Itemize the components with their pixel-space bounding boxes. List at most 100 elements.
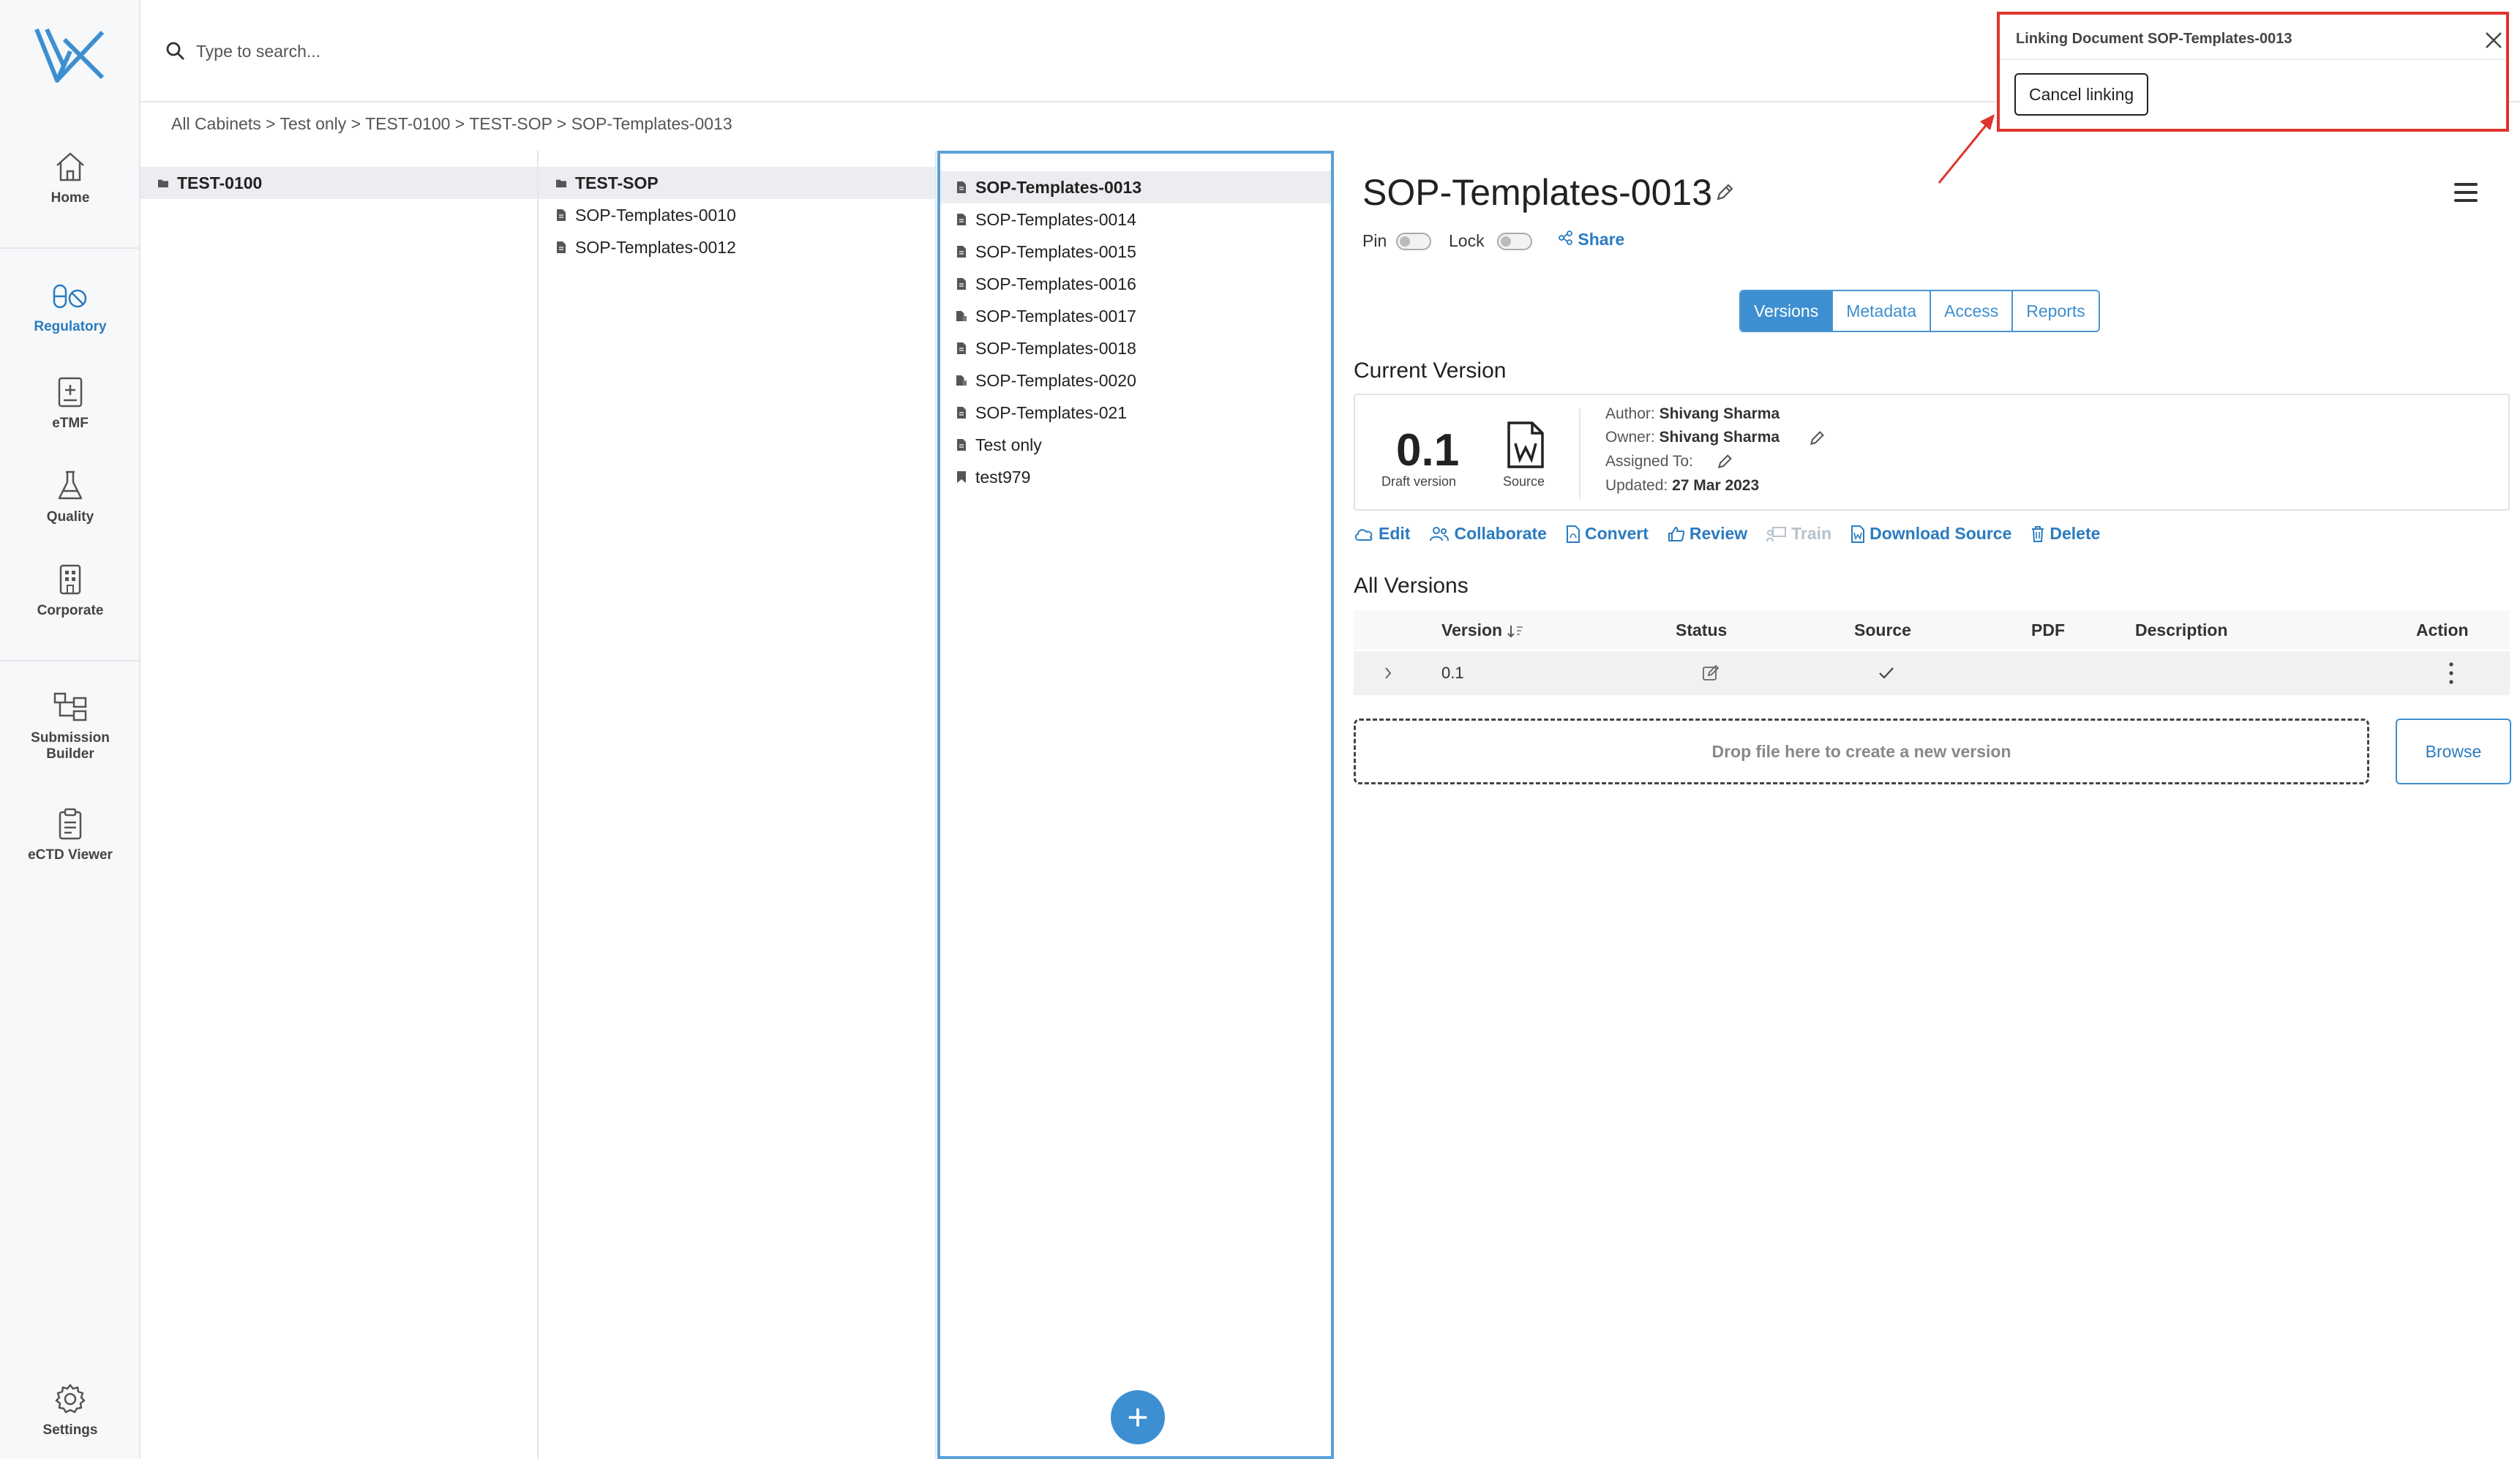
add-button[interactable]: + <box>1111 1390 1165 1444</box>
list-item[interactable]: SOP-Templates-0017 <box>940 300 1331 332</box>
browser-column-3: SOP-Templates-0013 SOP-Templates-0014 SO… <box>937 151 1334 1459</box>
annotation-arrow <box>1938 114 1995 184</box>
updated-line: Updated: 27 Mar 2023 <box>1605 477 1759 495</box>
list-item-label: TEST-SOP <box>575 173 659 192</box>
list-item-label: SOP-Templates-0013 <box>975 178 1142 197</box>
list-item-label: SOP-Templates-0016 <box>975 274 1136 293</box>
nav-ectd-viewer[interactable]: eCTD Viewer <box>0 808 140 863</box>
browser-column-2: TEST-SOP SOP-Templates-0010 SOP-Template… <box>539 151 937 1459</box>
train-label: Train <box>1791 524 1832 543</box>
document-icon <box>957 278 966 290</box>
nav-home-label: Home <box>50 190 90 206</box>
chevron-right-icon[interactable] <box>1383 666 1393 680</box>
tab-versions[interactable]: Versions <box>1741 291 1834 331</box>
list-item-label: SOP-Templates-0018 <box>975 339 1136 358</box>
list-item[interactable]: SOP-Templates-0015 <box>940 236 1331 268</box>
tab-reports[interactable]: Reports <box>2013 291 2099 331</box>
nav-submission-builder[interactable]: Submission Builder <box>0 691 140 762</box>
search-input[interactable] <box>196 35 1440 67</box>
nav-corporate-label: Corporate <box>37 603 104 618</box>
pencil-icon[interactable] <box>1717 454 1733 470</box>
download-source-label: Download Source <box>1870 524 2012 543</box>
collaborate-label: Collaborate <box>1454 524 1547 543</box>
assigned-label: Assigned To: <box>1605 453 1693 470</box>
sidebar: Home Regulatory eTMF Quality Corporate S… <box>0 0 140 1459</box>
browse-button[interactable]: Browse <box>2396 719 2511 784</box>
pin-label: Pin <box>1362 231 1387 250</box>
list-item[interactable]: TEST-0100 <box>140 167 537 199</box>
list-item[interactable]: TEST-SOP <box>539 167 935 199</box>
users-icon <box>1430 526 1450 541</box>
collaborate-button[interactable]: Collaborate <box>1429 524 1547 544</box>
list-item[interactable]: SOP-Templates-0020 <box>940 364 1331 397</box>
column-header-version[interactable]: Version <box>1441 620 1523 640</box>
column-header-status[interactable]: Status <box>1676 620 1727 640</box>
pencil-icon[interactable] <box>1809 430 1825 446</box>
folder-icon <box>158 179 168 188</box>
list-item[interactable]: Test only <box>940 429 1331 461</box>
version-status-label: Draft version <box>1381 474 1457 489</box>
list-item[interactable]: SOP-Templates-0018 <box>940 332 1331 364</box>
share-button[interactable]: Share <box>1559 230 1624 250</box>
gear-icon <box>55 1384 86 1414</box>
tab-access[interactable]: Access <box>1931 291 2014 331</box>
list-item-label: test979 <box>975 468 1031 487</box>
convert-button[interactable]: Convert <box>1566 524 1649 544</box>
share-icon <box>1559 230 1572 245</box>
column-header-source[interactable]: Source <box>1854 620 1911 640</box>
column-header-action[interactable]: Action <box>2416 620 2469 640</box>
list-item[interactable]: SOP-Templates-0016 <box>940 268 1331 300</box>
flask-icon <box>58 470 83 500</box>
word-file-icon <box>1851 525 1865 543</box>
edit-button[interactable]: Edit <box>1354 524 1410 544</box>
cancel-linking-button[interactable]: Cancel linking <box>2014 73 2149 116</box>
clipboard-icon <box>59 808 82 840</box>
document-icon <box>957 439 966 451</box>
review-button[interactable]: Review <box>1668 524 1747 544</box>
list-item[interactable]: SOP-Templates-0014 <box>940 203 1331 236</box>
pencil-icon[interactable] <box>1715 183 1734 202</box>
file-dropzone[interactable]: Drop file here to create a new version <box>1354 719 2369 784</box>
train-button[interactable]: Train <box>1766 524 1831 544</box>
divider <box>1579 408 1580 499</box>
download-source-button[interactable]: Download Source <box>1850 524 2011 544</box>
home-icon <box>56 152 84 181</box>
list-item-label: SOP-Templates-0015 <box>975 242 1136 261</box>
pin-toggle[interactable] <box>1396 233 1431 250</box>
app-logo[interactable] <box>32 22 108 88</box>
nav-home[interactable]: Home <box>0 151 140 206</box>
owner-line: Owner: Shivang Sharma <box>1605 429 1780 446</box>
nav-etmf[interactable]: eTMF <box>0 376 140 432</box>
column-header-pdf[interactable]: PDF <box>2031 620 2065 640</box>
nav-quality[interactable]: Quality <box>0 470 140 525</box>
close-icon[interactable] <box>2484 31 2503 50</box>
versions-table-header: Version Status Source PDF Description Ac… <box>1354 610 2510 650</box>
nav-corporate[interactable]: Corporate <box>0 563 140 619</box>
list-item[interactable]: SOP-Templates-0010 <box>539 199 935 231</box>
word-file-icon[interactable] <box>1506 421 1545 468</box>
sort-icon <box>1507 625 1523 638</box>
breadcrumb[interactable]: All Cabinets > Test only > TEST-0100 > T… <box>171 114 732 134</box>
pdf-file-icon <box>1566 525 1580 543</box>
list-item-label: SOP-Templates-0014 <box>975 210 1136 229</box>
delete-button[interactable]: Delete <box>2030 524 2100 544</box>
nav-regulatory-label: Regulatory <box>34 319 107 334</box>
table-row[interactable]: 0.1 <box>1354 651 2510 695</box>
nav-settings[interactable]: Settings <box>0 1383 140 1439</box>
all-versions-heading: All Versions <box>1354 574 1469 598</box>
nav-ectd-viewer-label: eCTD Viewer <box>28 847 113 863</box>
document-icon <box>957 181 966 193</box>
tab-metadata[interactable]: Metadata <box>1833 291 1932 331</box>
menu-icon[interactable] <box>2454 183 2478 202</box>
list-item[interactable]: test979 <box>940 461 1331 493</box>
lock-toggle[interactable] <box>1497 233 1532 250</box>
list-item[interactable]: SOP-Templates-0012 <box>539 231 935 263</box>
sidebar-divider <box>0 660 140 661</box>
lock-label: Lock <box>1449 231 1485 250</box>
column-header-description[interactable]: Description <box>2135 620 2228 640</box>
list-item[interactable]: SOP-Templates-0013 <box>940 171 1331 203</box>
list-item[interactable]: SOP-Templates-021 <box>940 397 1331 429</box>
more-vertical-icon[interactable] <box>2448 661 2454 685</box>
nav-regulatory[interactable]: Regulatory <box>0 281 140 335</box>
updated-value: 27 Mar 2023 <box>1672 477 1760 494</box>
